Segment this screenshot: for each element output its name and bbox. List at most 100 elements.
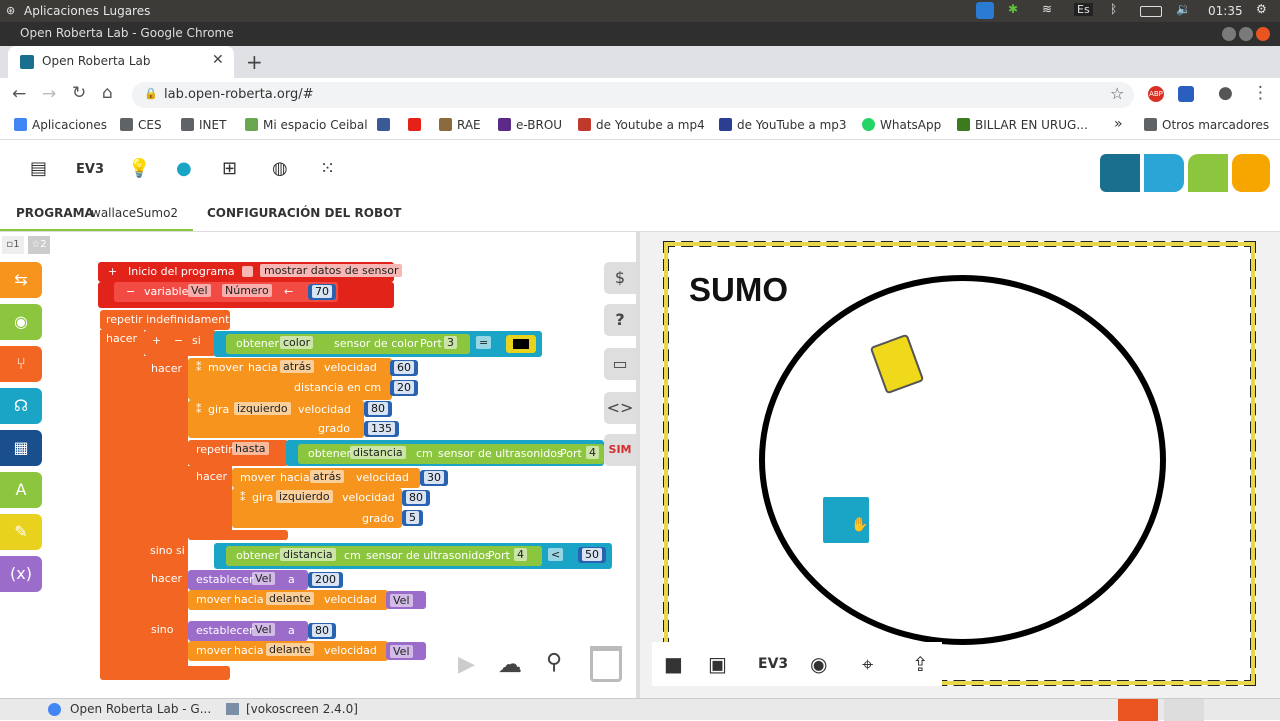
init-value[interactable]: 70 xyxy=(308,284,336,300)
distance-mode-dropdown[interactable]: distancia xyxy=(280,548,336,561)
turn-block[interactable]: ⁑ gira izquierdo velocidad grado xyxy=(188,400,364,438)
if-block[interactable]: + − si xyxy=(144,330,216,356)
move-distance-block[interactable]: ⁑ mover hacia atrás velocidad distancia … xyxy=(188,358,392,400)
distance-mode-dropdown[interactable]: distancia xyxy=(350,446,406,459)
robot-ev3-icon[interactable]: EV3 xyxy=(76,162,104,177)
direction-dropdown[interactable]: delante xyxy=(266,643,314,656)
repeat-until-block[interactable]: repetir hasta xyxy=(188,440,288,466)
set-var-dropdown[interactable]: Vel xyxy=(252,572,275,585)
speed-value[interactable]: 60 xyxy=(390,360,418,376)
favorites-counter[interactable]: ☆2 xyxy=(28,236,50,254)
bookmark-apps[interactable]: Aplicaciones xyxy=(14,118,107,132)
taskbar-chrome[interactable]: Open Roberta Lab - G... xyxy=(70,702,211,716)
direction-dropdown[interactable]: atrás xyxy=(310,470,345,483)
threshold-value[interactable]: 50 xyxy=(578,547,606,563)
bookmark-rae[interactable]: RAE xyxy=(439,118,481,132)
var-minus[interactable]: − xyxy=(126,285,135,298)
minimize-button[interactable] xyxy=(1222,27,1236,41)
taskbar-active-chrome[interactable] xyxy=(1118,699,1158,721)
category-logic[interactable]: ☊ xyxy=(0,388,42,424)
back-icon[interactable]: ← xyxy=(12,84,26,104)
turn-speed-value[interactable]: 80 xyxy=(402,490,430,506)
speed-var-block[interactable]: Vel xyxy=(386,642,426,660)
direction-dropdown[interactable]: atrás xyxy=(280,360,315,373)
home-icon[interactable]: ⌂ xyxy=(102,83,113,103)
keyboard-language[interactable]: Es xyxy=(1074,3,1093,16)
profile-icon[interactable]: ● xyxy=(1218,83,1233,103)
tab-program[interactable]: PROGRAMA wallaceSumo2 xyxy=(0,204,193,232)
battery-icon[interactable] xyxy=(1140,6,1162,17)
category-sensors[interactable]: ◉ xyxy=(0,304,42,340)
bookmark-other[interactable]: Otros marcadores xyxy=(1144,118,1269,132)
adblock-icon[interactable]: ABP xyxy=(1148,86,1164,102)
set-var-block[interactable]: establecer Vel a xyxy=(188,570,308,590)
speed-var-dropdown[interactable]: Vel xyxy=(390,594,413,607)
taskbar-vokoscreen[interactable]: [vokoscreen 2.4.0] xyxy=(246,702,358,716)
category-actions[interactable]: ⇆ xyxy=(0,262,42,298)
close-tab-icon[interactable]: ✕ xyxy=(212,52,224,68)
url-text[interactable]: lab.open-roberta.org/# xyxy=(164,87,314,102)
bookmark-inet[interactable]: INET xyxy=(181,118,226,132)
get-ultrasonic-block[interactable]: obtener distancia cm sensor de ultrasoni… xyxy=(298,444,604,464)
location-icon[interactable]: ⌖ xyxy=(862,652,873,676)
address-bar[interactable]: 🔒 lab.open-roberta.org/# ☆ xyxy=(132,82,1134,108)
apps-grid-icon[interactable]: ⁙ xyxy=(320,158,335,179)
category-variables[interactable]: (x) xyxy=(0,556,42,592)
browser-tab[interactable]: Open Roberta Lab ✕ xyxy=(8,46,234,78)
move-forward-block-else[interactable]: mover hacia delante velocidad xyxy=(188,641,388,661)
tab-robot-config[interactable]: CONFIGURACIÓN DEL ROBOT xyxy=(207,206,401,220)
category-text[interactable]: A xyxy=(0,472,42,508)
bookmark-billar[interactable]: BILLAR EN URUG... xyxy=(957,118,1088,132)
reload-icon[interactable]: ↻ xyxy=(72,83,86,103)
maximize-button[interactable] xyxy=(1239,27,1253,41)
distance-value[interactable]: 20 xyxy=(390,380,418,396)
bookmark-whatsapp[interactable]: WhatsApp xyxy=(862,118,941,132)
settings-gear-icon[interactable]: ⚙ xyxy=(1256,2,1267,16)
trash-icon[interactable] xyxy=(590,646,622,682)
sumo-field[interactable]: SUMO ✋ xyxy=(663,241,1256,686)
bookmark-yt-mp4[interactable]: de Youtube a mp4 xyxy=(578,118,705,132)
screen-app-icon[interactable] xyxy=(976,2,994,19)
set-value-else[interactable]: 80 xyxy=(308,623,336,639)
taskbar-workspace[interactable] xyxy=(1164,699,1204,721)
var-name-dropdown[interactable]: Vel xyxy=(188,284,211,297)
color-value-block[interactable] xyxy=(506,335,536,353)
var-type-dropdown[interactable]: Número xyxy=(222,284,272,297)
turn-speed-value[interactable]: 80 xyxy=(364,401,392,417)
wifi-icon[interactable]: ≋ xyxy=(1042,2,1052,16)
move-back-block[interactable]: mover hacia atrás velocidad xyxy=(232,468,420,488)
category-control[interactable]: ⑂ xyxy=(0,346,42,382)
turn-degrees-value[interactable]: 5 xyxy=(402,510,423,526)
move-forward-block[interactable]: mover hacia delante velocidad xyxy=(188,590,388,610)
zoom-icon[interactable]: ⚲ xyxy=(546,650,562,675)
bookmark-youtube[interactable] xyxy=(408,118,426,132)
clock[interactable]: 01:35 xyxy=(1208,4,1243,18)
variable-decl-block[interactable]: − variable Vel Número ← xyxy=(114,282,338,302)
forward-icon[interactable]: → xyxy=(42,84,56,104)
menu-places[interactable]: Lugares xyxy=(103,4,150,18)
export-icon[interactable]: ⇪ xyxy=(912,652,929,676)
robot-info-icon[interactable]: ▭ xyxy=(604,348,636,380)
bookmark-ceibal[interactable]: Mi espacio Ceibal xyxy=(245,118,368,132)
if-plus[interactable]: + xyxy=(152,334,161,347)
start-plus[interactable]: + xyxy=(108,265,117,278)
block-counter[interactable]: ▫1 xyxy=(2,236,24,254)
set-var-dropdown[interactable]: Vel xyxy=(252,623,275,636)
lightbulb-icon[interactable]: 💡 xyxy=(128,158,150,179)
start-block[interactable]: + Inicio del programa mostrar datos de s… xyxy=(98,262,403,282)
get-ultrasonic-block[interactable]: obtener distancia cm sensor de ultrasoni… xyxy=(226,546,542,566)
speed-var-dropdown[interactable]: Vel xyxy=(390,645,413,658)
set-var-block-else[interactable]: establecer Vel a xyxy=(188,621,308,641)
color-mode-dropdown[interactable]: color xyxy=(280,336,314,349)
turn-direction-dropdown[interactable]: izquierdo xyxy=(234,402,291,415)
move-speed-value[interactable]: 30 xyxy=(420,470,448,486)
image-icon[interactable]: ▣ xyxy=(708,652,727,676)
category-colours[interactable]: ✎ xyxy=(0,514,42,550)
tray-app-icon[interactable]: ✱ xyxy=(1008,2,1018,16)
port-dropdown[interactable]: 4 xyxy=(514,548,527,561)
speed-var-block[interactable]: Vel xyxy=(386,591,426,609)
menu-applications[interactable]: Aplicaciones xyxy=(24,4,99,18)
volume-icon[interactable]: 🔉 xyxy=(1176,2,1191,16)
code-export-icon[interactable]: $ xyxy=(604,262,636,294)
source-code-icon[interactable]: <> xyxy=(604,392,636,424)
